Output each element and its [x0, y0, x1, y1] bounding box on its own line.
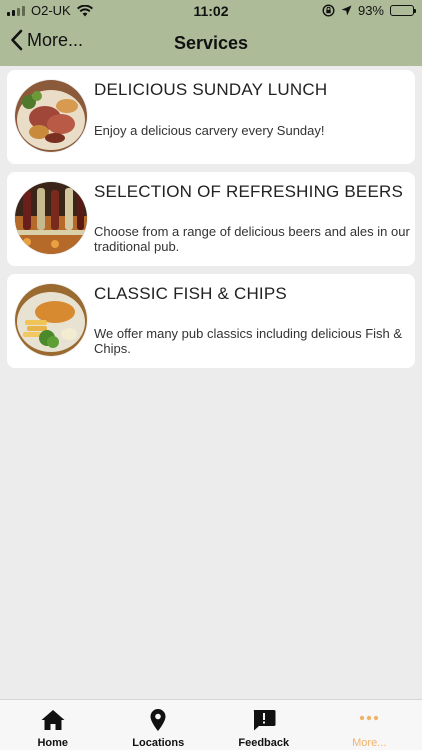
rotation-lock-icon [322, 4, 335, 17]
tab-label: Home [37, 737, 69, 749]
service-description: We offer many pub classics including del… [94, 326, 403, 356]
home-icon [41, 710, 65, 730]
battery-icon [390, 5, 416, 16]
tab-label: More... [352, 737, 387, 749]
tab-more[interactable]: More... [317, 700, 422, 750]
more-dots-icon [360, 715, 379, 721]
nav-bar: More... Services [0, 22, 422, 66]
tab-label: Locations [132, 737, 185, 749]
service-description: Choose from a range of delicious beers a… [94, 224, 410, 254]
services-screen: O2-UK 11:02 93% More... Services DELICIO… [0, 0, 422, 750]
fish-and-chips-photo [15, 284, 87, 356]
service-card-sunday-lunch[interactable]: DELICIOUS SUNDAY LUNCH Enjoy a delicious… [7, 70, 415, 164]
service-title: CLASSIC FISH & CHIPS [94, 284, 287, 303]
service-title: DELICIOUS SUNDAY LUNCH [94, 80, 328, 99]
service-card-fish-and-chips[interactable]: CLASSIC FISH & CHIPS We offer many pub c… [7, 274, 415, 368]
service-card-beers[interactable]: SELECTION OF REFRESHING BEERS Choose fro… [7, 172, 415, 266]
feedback-icon [253, 710, 276, 731]
location-arrow-icon [341, 5, 352, 16]
status-bar: O2-UK 11:02 93% [0, 0, 422, 22]
tab-home[interactable]: Home [0, 700, 106, 750]
header: O2-UK 11:02 93% More... Services [0, 0, 422, 66]
page-title: Services [173, 33, 249, 53]
tab-locations[interactable]: Locations [106, 700, 212, 750]
tab-bar: Home Locations Feedback More... [0, 699, 422, 750]
status-right: 93% [322, 3, 416, 18]
services-list: DELICIOUS SUNDAY LUNCH Enjoy a delicious… [7, 70, 415, 376]
tab-feedback[interactable]: Feedback [211, 700, 317, 750]
location-pin-icon [150, 709, 166, 731]
service-description: Enjoy a delicious carvery every Sunday! [94, 123, 325, 138]
sunday-lunch-photo [15, 80, 87, 152]
tab-label: Feedback [238, 737, 290, 749]
battery-percent: 93% [357, 3, 384, 18]
service-title: SELECTION OF REFRESHING BEERS [94, 182, 404, 201]
beer-taps-photo [15, 182, 87, 254]
